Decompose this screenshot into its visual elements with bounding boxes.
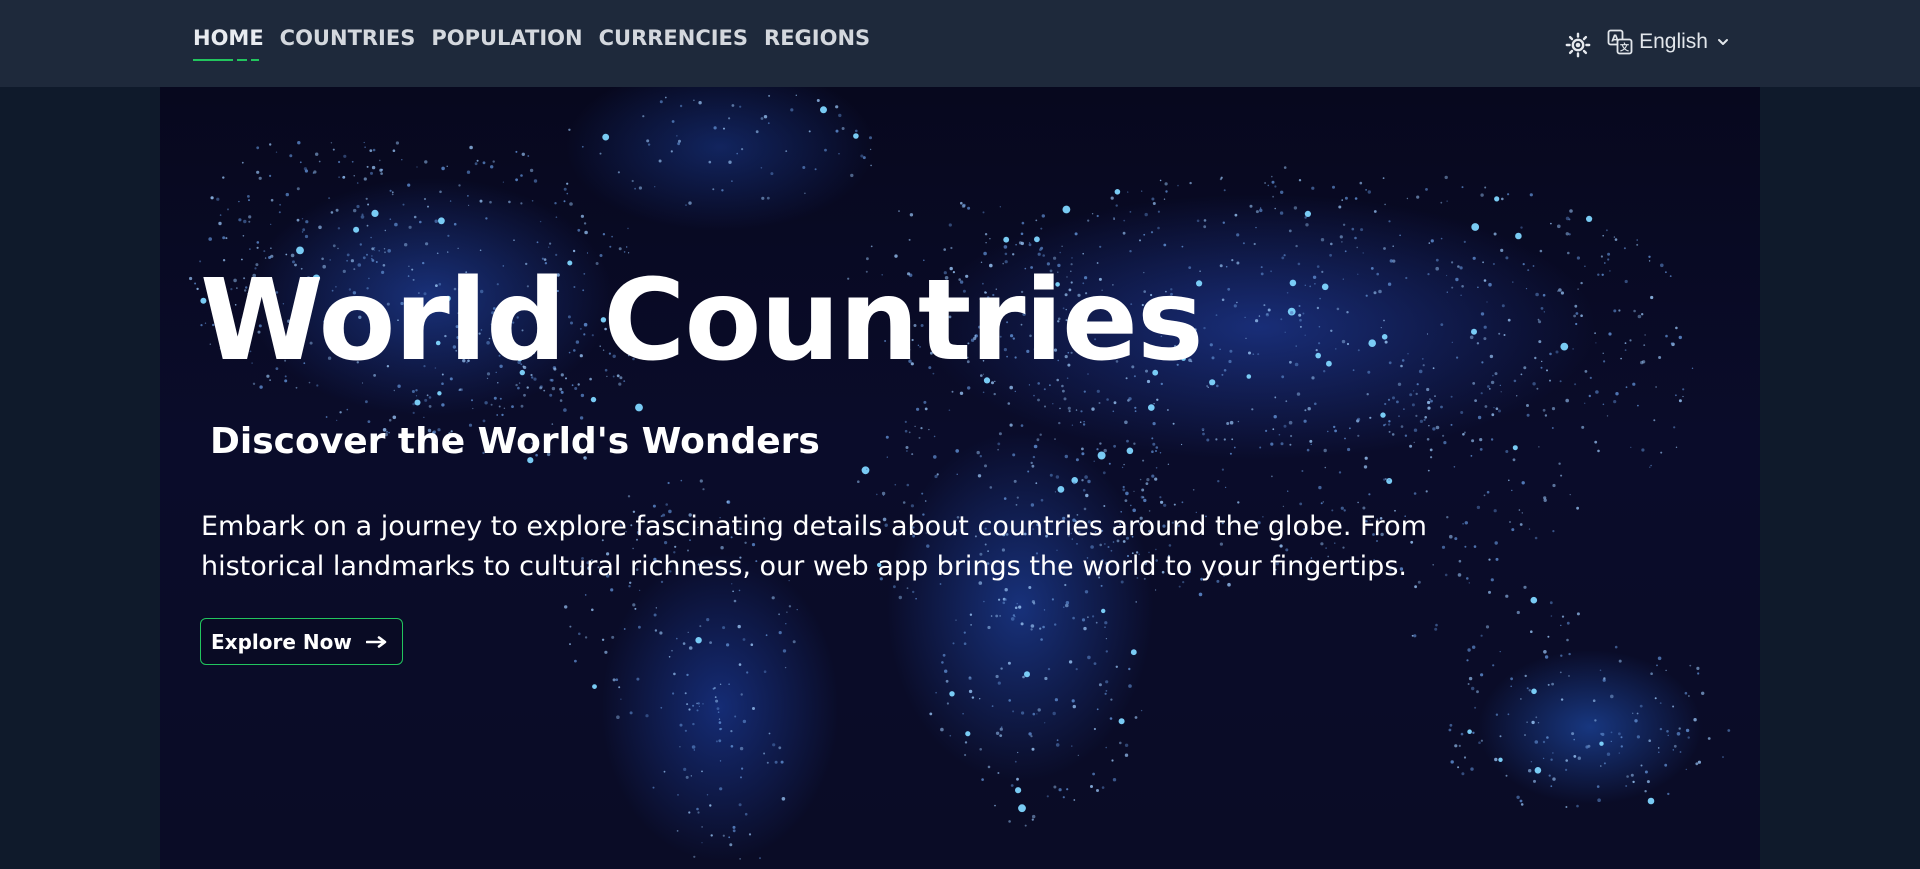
hero-subtitle: Discover the World's Wonders xyxy=(210,421,820,462)
nav-item-currencies-label: CURRENCIES xyxy=(598,26,749,50)
explore-now-button[interactable]: Explore Now xyxy=(200,618,403,665)
nav-item-currencies[interactable]: CURRENCIES xyxy=(599,24,748,64)
explore-now-label: Explore Now xyxy=(211,629,352,654)
nav-links: HOME COUNTRIES POPULATION CURRENCIES REG… xyxy=(193,24,870,64)
top-navbar: HOME COUNTRIES POPULATION CURRENCIES REG… xyxy=(0,0,1920,87)
hero-section: World Countries Discover the World's Won… xyxy=(160,87,1760,869)
active-indicator-dash xyxy=(251,59,259,61)
arrow-right-icon xyxy=(365,635,387,648)
language-select[interactable]: A 文 English xyxy=(1607,29,1730,55)
nav-item-home-label: HOME xyxy=(193,26,264,50)
nav-item-regions[interactable]: REGIONS xyxy=(764,24,870,64)
nav-item-home[interactable]: HOME xyxy=(193,24,264,64)
language-label: English xyxy=(1639,30,1708,53)
hero-content: World Countries Discover the World's Won… xyxy=(160,87,1760,869)
hero-title: World Countries xyxy=(200,256,1204,386)
svg-text:文: 文 xyxy=(1619,42,1630,54)
nav-item-regions-label: REGIONS xyxy=(764,26,871,50)
translate-icon: A 文 xyxy=(1607,29,1633,55)
nav-right-controls: A 文 English xyxy=(1563,24,1730,60)
active-indicator xyxy=(193,59,233,61)
nav-item-countries[interactable]: COUNTRIES xyxy=(280,24,416,64)
nav-item-population[interactable]: POPULATION xyxy=(431,24,582,64)
nav-item-countries-label: COUNTRIES xyxy=(279,26,416,50)
chevron-down-icon xyxy=(1718,39,1728,45)
sun-icon[interactable] xyxy=(1563,30,1593,60)
nav-item-population-label: POPULATION xyxy=(431,26,583,50)
active-indicator-dash xyxy=(237,59,247,61)
hero-description: Embark on a journey to explore fascinati… xyxy=(201,511,1427,582)
